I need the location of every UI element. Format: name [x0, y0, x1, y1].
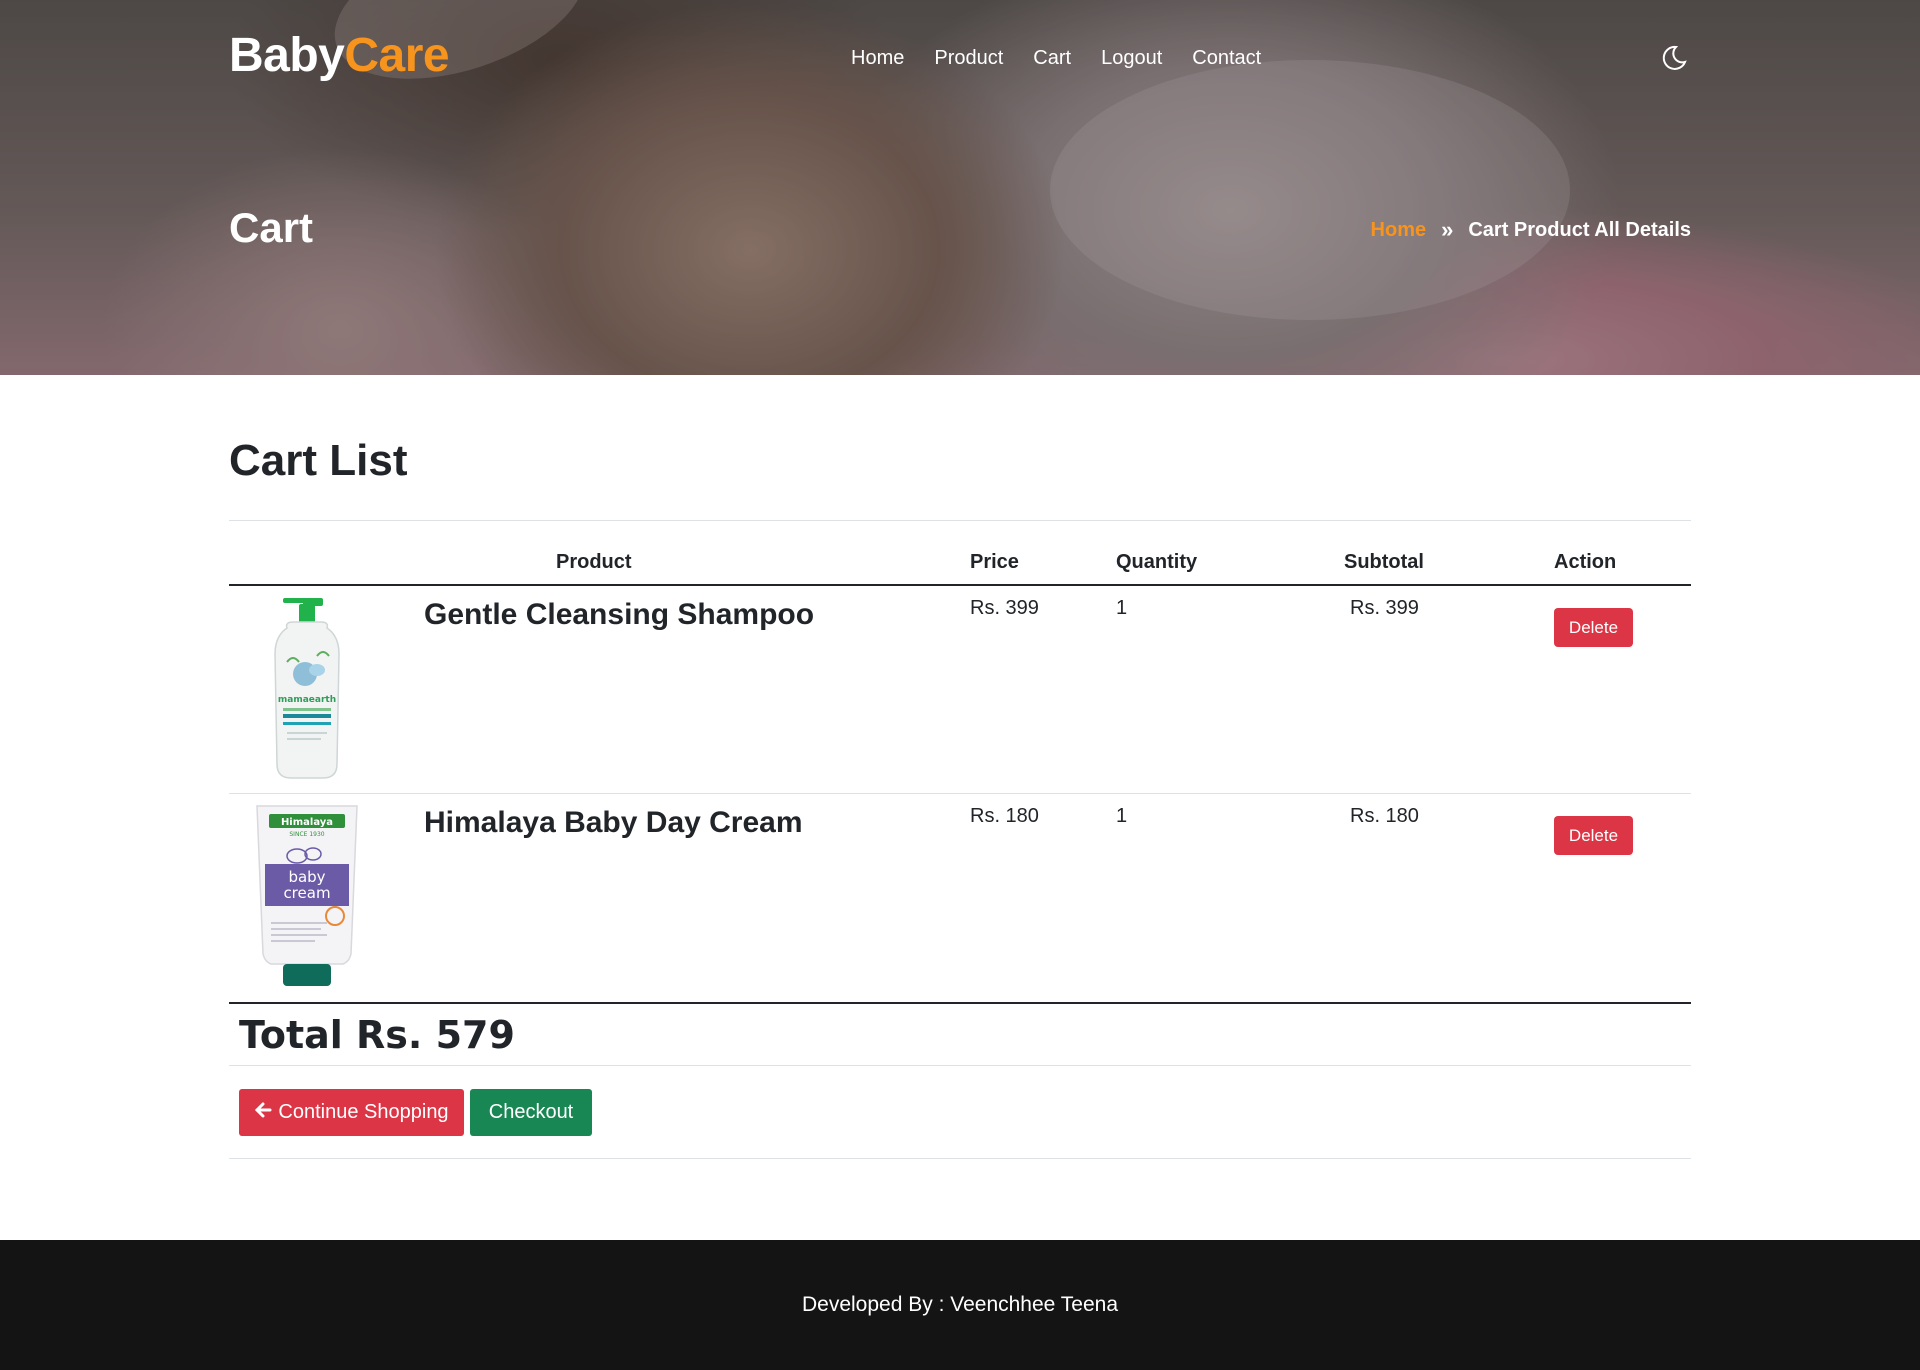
cream-line2-label: cream: [283, 884, 330, 902]
divider: [229, 520, 1691, 521]
column-header-product: Product: [556, 551, 632, 573]
footer-credit: Developed By : Veenchhee Teena: [801, 1293, 1119, 1316]
cart-total: Total Rs. 579: [239, 1013, 515, 1057]
product-name: Gentle Cleansing Shampoo: [424, 598, 815, 631]
divider: [229, 1065, 1691, 1066]
nav-cart[interactable]: Cart: [1033, 47, 1071, 70]
column-header-price: Price: [970, 551, 1019, 573]
checkout-button[interactable]: Checkout: [470, 1089, 592, 1136]
breadcrumb: Home » Cart Product All Details: [1371, 217, 1691, 243]
moon-icon: [1662, 45, 1687, 70]
divider: [229, 1158, 1691, 1159]
delete-button[interactable]: Delete: [1554, 816, 1633, 855]
product-subtotal: Rs. 180: [1350, 805, 1419, 827]
main-nav: Home Product Cart Logout Contact: [851, 47, 1291, 70]
theme-toggle-button[interactable]: [1660, 44, 1688, 72]
column-header-action: Action: [1554, 551, 1617, 573]
column-header-subtotal: Subtotal: [1344, 551, 1424, 573]
table-row: mamaearth Gentle Cleansing Shampoo Rs. 3…: [229, 586, 1691, 794]
product-name: Himalaya Baby Day Cream: [424, 806, 803, 839]
cream-tube-image: Himalaya SINCE 1930 baby cream: [247, 804, 367, 989]
nav-logout[interactable]: Logout: [1101, 47, 1162, 70]
cream-since-label: SINCE 1930: [289, 831, 324, 838]
shampoo-bottle-image: mamaearth: [247, 596, 367, 781]
brand-logo-part2: Care: [344, 29, 450, 82]
breadcrumb-current: Cart Product All Details: [1468, 218, 1691, 241]
footer: Developed By : Veenchhee Teena: [0, 1240, 1920, 1370]
product-price: Rs. 180: [970, 805, 1039, 827]
product-price: Rs. 399: [970, 597, 1039, 619]
table-row: Himalaya SINCE 1930 baby cream Himalaya …: [229, 794, 1691, 1002]
nav-product[interactable]: Product: [934, 47, 1003, 70]
brand-logo[interactable]: BabyCare: [229, 28, 450, 83]
table-bottom-line: [229, 1002, 1691, 1004]
product-quantity: 1: [1116, 805, 1128, 827]
cream-brand-label: Himalaya: [281, 817, 333, 828]
breadcrumb-home[interactable]: Home: [1371, 219, 1427, 242]
product-quantity: 1: [1116, 597, 1128, 619]
delete-button[interactable]: Delete: [1554, 608, 1633, 647]
brand-logo-part1: Baby: [229, 29, 345, 82]
cart-heading: Cart List: [229, 436, 408, 485]
column-header-quantity: Quantity: [1116, 551, 1198, 573]
product-subtotal: Rs. 399: [1350, 597, 1419, 619]
nav-home[interactable]: Home: [851, 47, 904, 70]
continue-shopping-button[interactable]: Continue Shopping: [239, 1089, 464, 1136]
shampoo-brand-label: mamaearth: [278, 695, 336, 705]
arrow-left-icon: [254, 1101, 272, 1124]
nav-contact[interactable]: Contact: [1192, 47, 1261, 70]
continue-shopping-label: Continue Shopping: [278, 1101, 449, 1123]
breadcrumb-separator: »: [1441, 217, 1454, 242]
page-title: Cart: [229, 204, 314, 251]
hero-banner: BabyCare Home Product Cart Logout Contac…: [0, 0, 1920, 375]
